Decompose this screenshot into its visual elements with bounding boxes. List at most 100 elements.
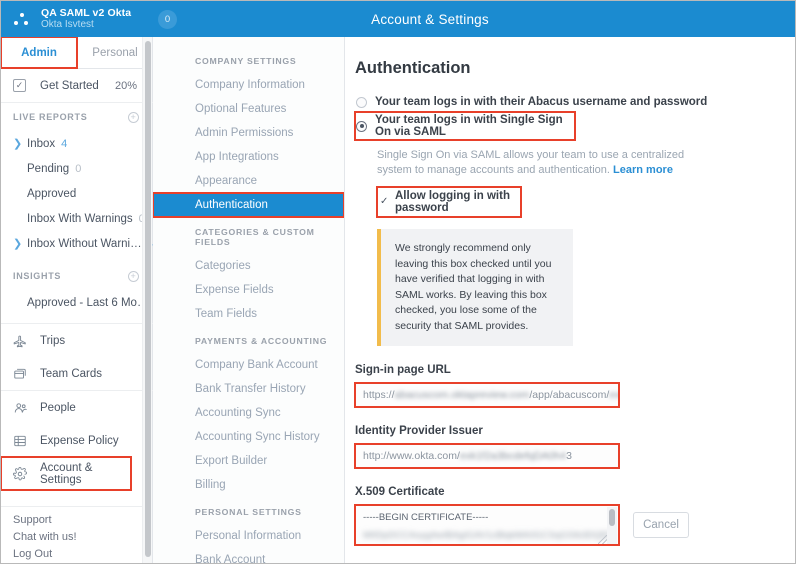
issuer-input[interactable]: http://www.okta.com/exk1f2a3bcdefqDA0h43 (355, 444, 619, 468)
checkbox-icon: ✓ (13, 79, 31, 92)
signin-url-input[interactable]: https://abacuscom.oktapreview.com/app/ab… (355, 383, 619, 407)
notification-badge[interactable]: 0 (158, 10, 177, 29)
sidebar-scrollbar-thumb[interactable] (145, 41, 151, 557)
sidebar-item-account-settings[interactable]: Account & Settings (1, 457, 131, 490)
approved-last-6-label: Approved - Last 6 Mo… (27, 297, 148, 309)
settings-item-export-builder[interactable]: Export Builder (153, 449, 344, 473)
sidebar-item-pending[interactable]: Pending 0 (1, 156, 153, 181)
left-sidebar: Admin Personal ✓ Get Started 20% LIVE RE… (1, 37, 153, 564)
abacus-logo-icon (12, 10, 32, 28)
checkmark-icon[interactable]: ✓ (380, 197, 390, 207)
sidebar-item-people[interactable]: People (1, 391, 153, 424)
radio-option-password[interactable]: Your team logs in with their Abacus user… (355, 96, 796, 108)
sidebar-item-trips[interactable]: Trips (1, 324, 153, 357)
cancel-button[interactable]: Cancel (633, 512, 689, 538)
app-window: QA SAML v2 Okta Okta Isvtest 0 Account &… (0, 0, 796, 564)
certificate-field: X.509 Certificate -----BEGIN CERTIFICATE… (355, 486, 796, 545)
issuer-value: http://www.okta.com/exk1f2a3bcdefqDA0h43 (363, 450, 572, 462)
sidebar-footer: Support Chat with us! Log Out (1, 506, 143, 564)
sidebar-item-get-started[interactable]: ✓ Get Started 20% (1, 69, 153, 102)
logout-link[interactable]: Log Out (1, 546, 143, 563)
radio-icon-saml[interactable] (356, 121, 367, 132)
settings-item-personal-information[interactable]: Personal Information (153, 524, 344, 548)
divider-4 (1, 506, 143, 507)
sidebar-tabs: Admin Personal (1, 37, 153, 69)
sidebar-item-approved[interactable]: Approved (1, 181, 153, 206)
add-report-icon[interactable]: + (128, 112, 139, 123)
gear-icon (13, 467, 31, 481)
settings-item-billing[interactable]: Billing (153, 473, 344, 497)
warning-note: We strongly recommend only leaving this … (377, 229, 573, 346)
settings-item-bank-transfer-history[interactable]: Bank Transfer History (153, 377, 344, 401)
sidebar-scroll-area: Admin Personal ✓ Get Started 20% LIVE RE… (1, 37, 153, 564)
people-icon (13, 401, 31, 415)
settings-item-optional-features[interactable]: Optional Features (153, 97, 344, 121)
redacted-appid: exk1f2a3bcdef (609, 389, 619, 401)
issuer-label: Identity Provider Issuer (355, 425, 796, 437)
allow-password-label: Allow logging in with password (395, 190, 521, 214)
sidebar-item-inbox-without-warnings[interactable]: ❯ Inbox Without Warni… 4 (1, 231, 153, 256)
certificate-scrollbar-thumb[interactable] (609, 509, 615, 526)
certificate-textarea[interactable]: -----BEGIN CERTIFICATE----- MIIDpDCCAoyg… (355, 505, 619, 545)
section-header-insights: INSIGHTS + (1, 262, 153, 290)
settings-item-admin-permissions[interactable]: Admin Permissions (153, 121, 344, 145)
sidebar-scrollbar[interactable] (142, 37, 152, 564)
trips-label: Trips (40, 335, 65, 347)
chevron-right-icon[interactable]: ❯ (13, 137, 27, 150)
allow-password-checkbox-row[interactable]: ✓ Allow logging in with password (377, 187, 521, 217)
settings-item-appearance[interactable]: Appearance (153, 169, 344, 193)
settings-item-authentication[interactable]: Authentication (153, 193, 344, 217)
add-insight-icon[interactable]: + (128, 271, 139, 282)
chevron-right-icon[interactable]: ❯ (13, 237, 27, 250)
issuer-field: Identity Provider Issuer http://www.okta… (355, 425, 796, 468)
chat-link[interactable]: Chat with us! (1, 529, 143, 546)
settings-item-accounting-sync[interactable]: Accounting Sync (153, 401, 344, 425)
tab-admin[interactable]: Admin (1, 37, 77, 68)
certificate-label: X.509 Certificate (355, 486, 796, 498)
sidebar-item-expense-policy[interactable]: Expense Policy (1, 424, 153, 457)
radio-icon-password[interactable] (356, 97, 367, 108)
get-started-label: Get Started (40, 80, 99, 92)
sidebar-item-inbox-with-warnings[interactable]: Inbox With Warnings 0 (1, 206, 153, 231)
radio-option-saml[interactable]: Your team logs in with Single Sign On vi… (355, 112, 575, 140)
sidebar-item-team-cards[interactable]: Team Cards (1, 357, 153, 390)
settings-item-company-information[interactable]: Company Information (153, 73, 344, 97)
certificate-line-1: -----BEGIN CERTIFICATE----- (356, 511, 618, 525)
settings-item-bank-account[interactable]: Bank Account (153, 548, 344, 564)
sidebar-item-approved-last-6-months[interactable]: Approved - Last 6 Mo… (1, 290, 153, 315)
signin-url-field: Sign-in page URL https://abacuscom.oktap… (355, 364, 796, 407)
settings-item-team-fields[interactable]: Team Fields (153, 302, 344, 326)
settings-item-app-integrations[interactable]: App Integrations (153, 145, 344, 169)
plane-icon (13, 334, 31, 348)
radio-label-saml: Your team logs in with Single Sign On vi… (375, 114, 575, 138)
brand-subtitle: Okta Isvtest (41, 19, 149, 31)
signin-url-label: Sign-in page URL (355, 364, 796, 376)
insights-label: INSIGHTS (13, 271, 61, 281)
page-header-title: Account & Settings (183, 12, 796, 27)
settings-item-accounting-sync-history[interactable]: Accounting Sync History (153, 425, 344, 449)
redacted-host: abacuscom.oktapreview.com (395, 389, 530, 401)
settings-section-header-personal: PERSONAL SETTINGS (153, 497, 344, 524)
certificate-row: -----BEGIN CERTIFICATE----- MIIDpDCCAoyg… (355, 505, 796, 545)
list-icon (13, 434, 31, 448)
settings-item-expense-fields[interactable]: Expense Fields (153, 278, 344, 302)
settings-item-company-bank-account[interactable]: Company Bank Account (153, 353, 344, 377)
expense-policy-label: Expense Policy (40, 435, 119, 447)
resize-handle-icon[interactable] (598, 535, 607, 544)
brand-block[interactable]: QA SAML v2 Okta Okta Isvtest 0 (1, 1, 183, 37)
certificate-scrollbar[interactable] (607, 507, 617, 545)
brand-text: QA SAML v2 Okta Okta Isvtest (41, 7, 149, 31)
section-header-live-reports: LIVE REPORTS + (1, 103, 153, 131)
learn-more-link[interactable]: Learn more (613, 164, 673, 176)
settings-item-categories[interactable]: Categories (153, 254, 344, 278)
people-label: People (40, 402, 76, 414)
radio-label-password: Your team logs in with their Abacus user… (375, 96, 707, 108)
live-reports-label: LIVE REPORTS (13, 112, 87, 122)
certificate-line-2: MIIDpDCCAoygAwIBAgIGAV1cBlqkMA0GCSqGSIb3… (356, 529, 614, 543)
sidebar-item-inbox[interactable]: ❯ Inbox 4 (1, 131, 153, 156)
support-link[interactable]: Support (1, 512, 143, 529)
cards-icon (13, 367, 31, 381)
page-title: Authentication (355, 59, 796, 78)
settings-nav: COMPANY SETTINGS Company Information Opt… (153, 37, 345, 564)
main-content: Authentication Your team logs in with th… (345, 37, 796, 564)
